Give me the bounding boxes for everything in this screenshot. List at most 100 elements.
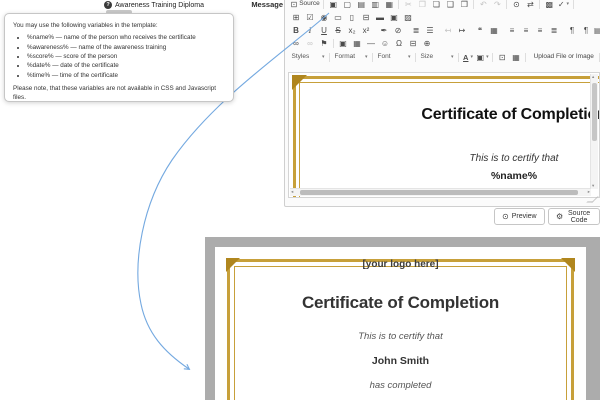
link-button[interactable]: ∞ [290, 38, 303, 49]
templates-icon: ▦ [386, 1, 394, 9]
scroll-down-icon[interactable]: ▾ [592, 184, 594, 189]
editor-content-area[interactable]: Certificate of Completion This is to cer… [288, 72, 600, 198]
undo-button: ↶ [477, 0, 490, 10]
font-dropdown-label: Font [378, 54, 391, 61]
bidi-ltr-button[interactable]: ¶ [566, 25, 579, 36]
certificate-name-variable: %name% [289, 170, 600, 182]
copy-formatting-button[interactable]: ✒ [378, 25, 391, 36]
save-button[interactable]: ▣ [327, 0, 340, 10]
preview-button[interactable]: ⊙ Preview [494, 208, 545, 225]
spellcheck-button[interactable]: ✓▾ [557, 0, 570, 10]
select-field-button[interactable]: ⊟ [360, 12, 373, 23]
toolbar-separator [539, 0, 540, 9]
save-icon: ▣ [330, 1, 338, 9]
maximize-icon: ⊡ [499, 54, 506, 62]
source-code-button[interactable]: ⚙ Source Code [548, 208, 600, 225]
scroll-up-icon[interactable]: ▴ [592, 75, 594, 80]
select-all-button[interactable]: ▩ [543, 0, 556, 10]
div-container-icon: ▦ [490, 27, 498, 35]
smiley-button[interactable]: ☺ [379, 38, 392, 49]
align-left-button[interactable]: ≡ [506, 25, 519, 36]
horizontal-scroll-thumb[interactable] [300, 190, 578, 195]
decrease-indent-icon: ↤ [445, 27, 452, 35]
radio-field-button[interactable]: ◉ [318, 12, 331, 23]
bulleted-list-button[interactable]: ☰ [424, 25, 437, 36]
toolbar-separator [473, 0, 474, 9]
special-char-button[interactable]: Ω [393, 38, 406, 49]
caret-down-icon: ▾ [408, 55, 411, 60]
scroll-right-icon[interactable]: ▸ [588, 190, 590, 195]
maximize-button[interactable]: ⊡ [496, 52, 509, 63]
strikethrough-button[interactable]: S [332, 25, 345, 36]
toolbar-row-1: ⊡Source▣▢▤▥▦✂❐❏❑❒↶↷⊙⇄▩✓▾ [285, 0, 600, 11]
format-dropdown[interactable]: Format▾ [333, 52, 370, 63]
table-button[interactable]: ▦ [351, 38, 364, 49]
bidi-ltr-icon: ¶ [570, 27, 574, 35]
language-button[interactable]: ▤▾ [594, 25, 600, 36]
checkbox-button[interactable]: ☑ [304, 12, 317, 23]
size-dropdown[interactable]: Size▾ [419, 52, 456, 63]
paste-text-button[interactable]: ❑ [444, 0, 457, 10]
horizontal-scrollbar[interactable]: ◂ ▸ [290, 188, 591, 196]
iframe-button[interactable]: ⊕ [421, 38, 434, 49]
paste-button[interactable]: ❏ [430, 0, 443, 10]
italic-button[interactable]: I [304, 25, 317, 36]
certificate-heading: Certificate of Completion [215, 293, 586, 313]
page-break-button[interactable]: ⊟ [407, 38, 420, 49]
paste-icon: ❏ [433, 1, 440, 9]
editor-certificate: Certificate of Completion This is to cer… [289, 73, 600, 198]
bold-button[interactable]: B [290, 25, 303, 36]
vertical-scroll-thumb[interactable] [592, 83, 597, 141]
toolbar-separator [372, 53, 373, 62]
help-icon[interactable]: ? [104, 1, 112, 9]
form-button-icon: ▬ [376, 14, 384, 22]
vertical-scrollbar[interactable]: ▴ ▾ [590, 74, 598, 189]
align-right-button[interactable]: ≡ [534, 25, 547, 36]
find-button[interactable]: ⊙ [510, 0, 523, 10]
blockquote-button[interactable]: ❝ [474, 25, 487, 36]
numbered-list-button[interactable]: ≣ [410, 25, 423, 36]
textarea-button[interactable]: ▯ [346, 12, 359, 23]
logo-placeholder: [your logo here] [215, 259, 586, 270]
horizontal-line-button[interactable]: ― [365, 38, 378, 49]
new-page-button[interactable]: ▢ [341, 0, 354, 10]
bidi-rtl-button[interactable]: ¶ [580, 25, 593, 36]
superscript-button[interactable]: x² [360, 25, 373, 36]
increase-indent-button[interactable]: ↦ [456, 25, 469, 36]
replace-button[interactable]: ⇄ [524, 0, 537, 10]
size-dropdown-label: Size [421, 54, 434, 61]
justify-icon: ≣ [551, 27, 558, 35]
paste-word-button[interactable]: ❒ [458, 0, 471, 10]
text-field-button[interactable]: ▭ [332, 12, 345, 23]
show-blocks-button[interactable]: ▦ [510, 52, 523, 63]
subscript-button[interactable]: x₂ [346, 25, 359, 36]
source-button-label: Source [299, 1, 320, 8]
div-container-button[interactable]: ▦ [488, 25, 501, 36]
anchor-button[interactable]: ⚑ [318, 38, 331, 49]
bg-color-icon: ▣ [477, 54, 485, 62]
align-center-button[interactable]: ≡ [520, 25, 533, 36]
hidden-field-button[interactable]: ▨ [402, 12, 415, 23]
source-button[interactable]: ⊡Source [290, 0, 321, 10]
font-dropdown[interactable]: Font ▾ [376, 52, 413, 63]
form-button-button[interactable]: ▬ [374, 12, 387, 23]
underline-button[interactable]: U [318, 25, 331, 36]
form-button[interactable]: ⊞ [290, 12, 303, 23]
preview-doc-button[interactable]: ▤ [355, 0, 368, 10]
image-button-button[interactable]: ▣ [388, 12, 401, 23]
scroll-left-icon[interactable]: ◂ [291, 190, 293, 195]
caret-down-icon: ▾ [470, 55, 473, 60]
justify-button[interactable]: ≣ [548, 25, 561, 36]
bg-color-button[interactable]: ▣▾ [476, 52, 490, 63]
upload-file-button[interactable]: Upload File or Image [529, 52, 597, 63]
print-button[interactable]: ▥ [369, 0, 382, 10]
tooltip-title-text: Awareness Training Diploma [115, 2, 204, 9]
templates-button[interactable]: ▦ [383, 0, 396, 10]
image-button-icon: ▣ [390, 14, 398, 22]
styles-dropdown[interactable]: Styles▾ [290, 52, 327, 63]
variables-list: %name% — name of the person who receives… [13, 33, 225, 80]
text-color-button[interactable]: A▾ [462, 52, 475, 63]
variable-item: %awareness% — name of the awareness trai… [27, 43, 225, 52]
image-button[interactable]: ▣ [337, 38, 350, 49]
remove-format-button[interactable]: ⊘ [392, 25, 405, 36]
